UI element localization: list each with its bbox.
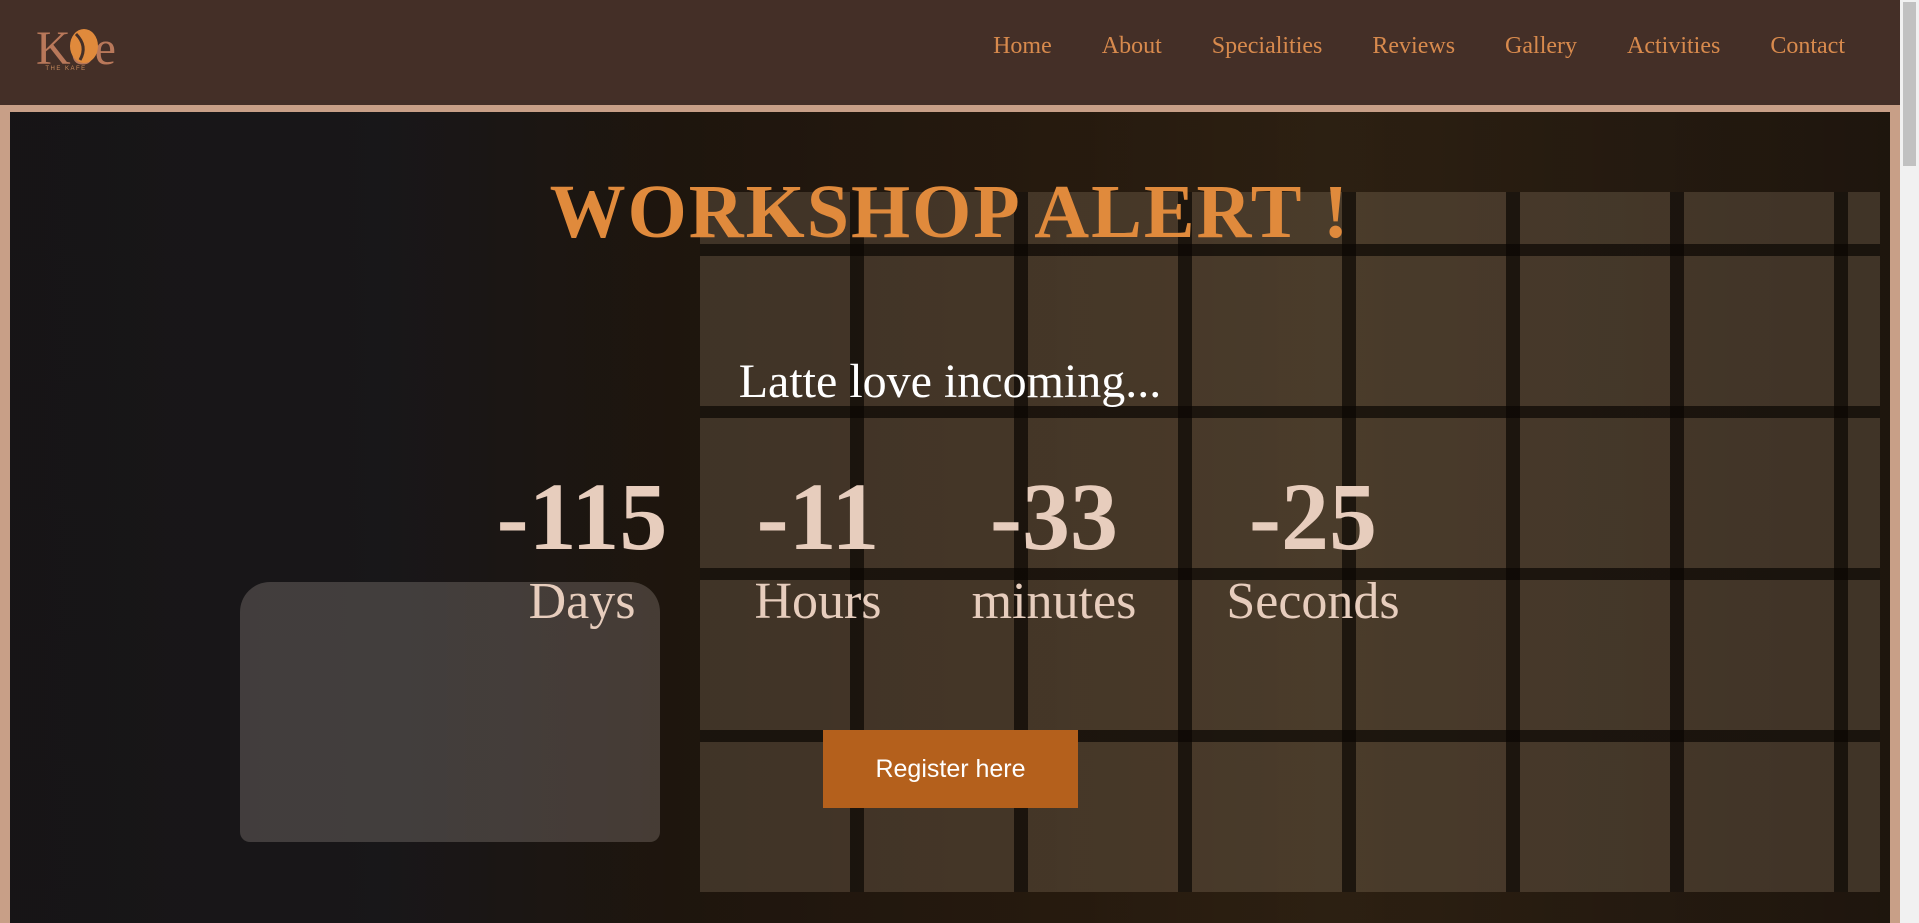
countdown-hours: -11 Hours bbox=[718, 462, 918, 632]
nav-specialities[interactable]: Specialities bbox=[1187, 28, 1348, 64]
workshop-hero: WORKSHOP ALERT ! Latte love incoming... … bbox=[10, 112, 1890, 923]
nav-gallery[interactable]: Gallery bbox=[1480, 28, 1602, 64]
countdown-days: -115 Days bbox=[482, 462, 682, 632]
hero-subtitle: Latte love incoming... bbox=[738, 355, 1162, 408]
countdown-seconds-value: -25 bbox=[1249, 463, 1377, 570]
countdown-seconds-label: Seconds bbox=[1226, 573, 1400, 630]
countdown-minutes-value: -33 bbox=[990, 463, 1118, 570]
countdown-seconds: -25 Seconds bbox=[1213, 462, 1413, 632]
scrollbar-thumb[interactable] bbox=[1903, 2, 1916, 166]
nav-contact[interactable]: Contact bbox=[1745, 28, 1845, 64]
countdown-minutes: -33 minutes bbox=[954, 462, 1154, 632]
countdown-hours-value: -11 bbox=[756, 463, 880, 570]
page-scrollbar[interactable] bbox=[1900, 0, 1919, 923]
brand-tagline: THE KAFE bbox=[45, 66, 87, 72]
register-button[interactable]: Register here bbox=[823, 730, 1078, 808]
nav-reviews[interactable]: Reviews bbox=[1347, 28, 1480, 64]
hero-title: WORKSHOP ALERT ! bbox=[549, 170, 1351, 254]
nav-home[interactable]: Home bbox=[968, 28, 1077, 64]
countdown-hours-label: Hours bbox=[754, 573, 882, 630]
nav-activities[interactable]: Activities bbox=[1602, 28, 1745, 64]
nav-about[interactable]: About bbox=[1077, 28, 1187, 64]
countdown-days-label: Days bbox=[528, 573, 636, 630]
site-header: Kôe THE KAFE Home About Specialities Rev… bbox=[0, 0, 1900, 105]
countdown-minutes-label: minutes bbox=[971, 573, 1137, 630]
countdown-days-value: -115 bbox=[496, 463, 668, 570]
main-nav: Home About Specialities Reviews Gallery … bbox=[968, 28, 1845, 64]
